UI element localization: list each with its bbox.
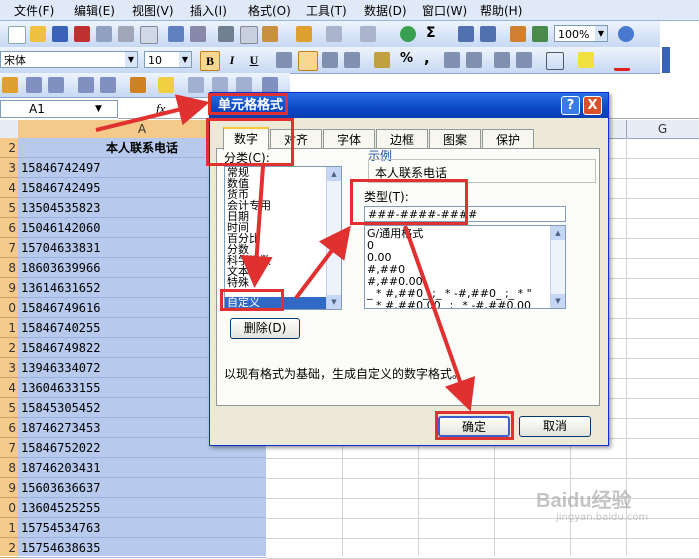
watermark-logo: Baidu经验 bbox=[536, 490, 632, 512]
arrow-to-ok bbox=[403, 225, 476, 412]
arrow-to-title bbox=[95, 94, 210, 132]
arrow-to-custom bbox=[240, 165, 273, 288]
annotation-arrows bbox=[95, 94, 476, 412]
watermark-url: jingyan.baidu.com bbox=[556, 512, 649, 523]
tab-number[interactable]: 数字 bbox=[223, 127, 269, 150]
arrow-to-type bbox=[294, 225, 351, 300]
watermark: Baidu经验 jingyan.baidu.com bbox=[536, 484, 696, 544]
